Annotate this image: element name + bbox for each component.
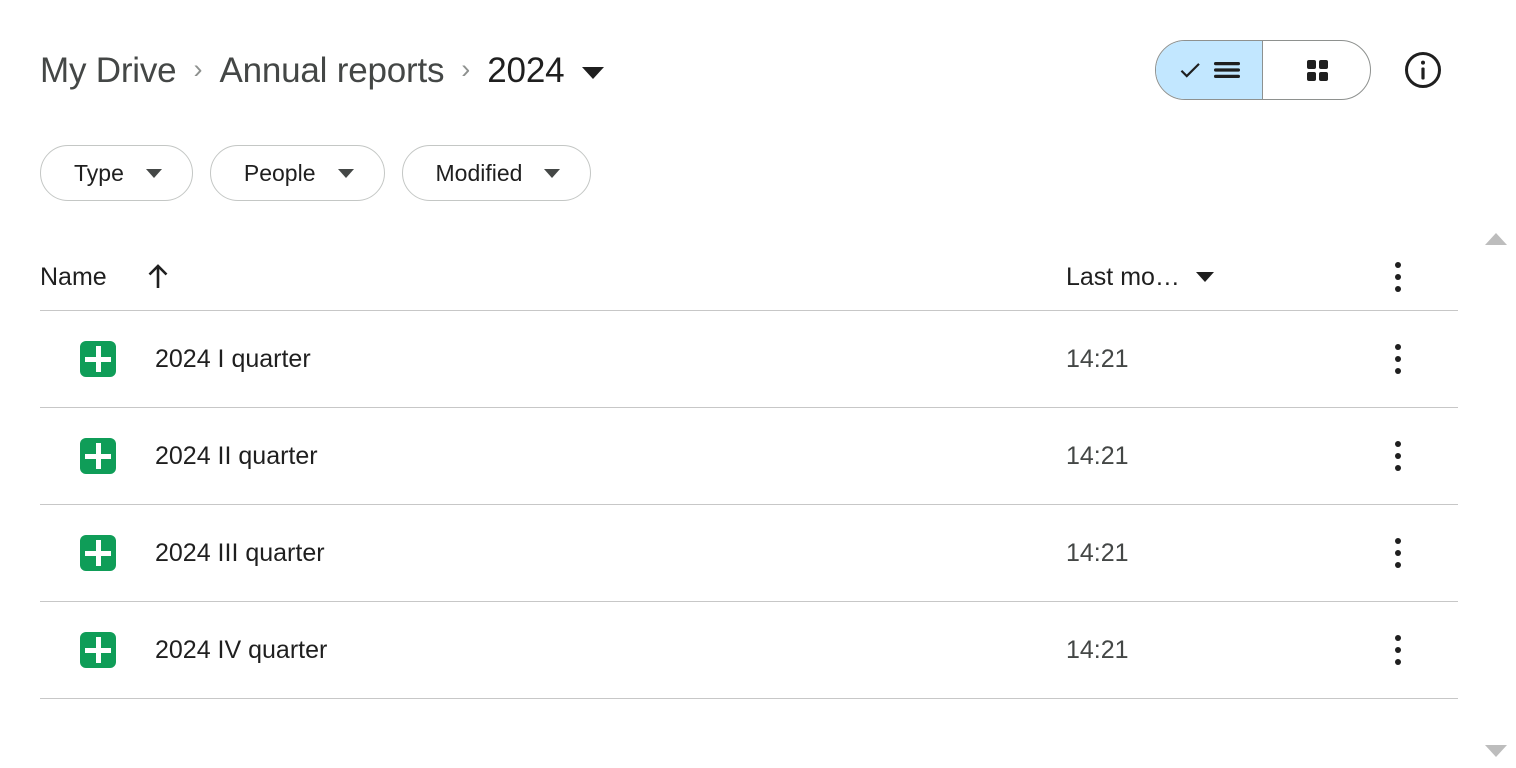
file-name-label: 2024 III quarter <box>155 538 325 567</box>
breadcrumb-item-2024[interactable]: 2024 <box>487 53 564 88</box>
details-info-button[interactable] <box>1398 45 1448 95</box>
breadcrumb-caret-down-icon[interactable] <box>582 67 605 79</box>
google-sheets-icon <box>80 438 116 474</box>
scroll-down-arrow-icon[interactable] <box>1485 745 1507 757</box>
table-row[interactable]: 2024 I quarter 14:21 <box>40 310 1458 407</box>
row-more-options-button[interactable] <box>1395 344 1401 374</box>
file-name-label: 2024 I quarter <box>155 344 311 373</box>
chevron-down-icon <box>544 168 561 178</box>
row-more-options-button[interactable] <box>1395 441 1401 471</box>
grid-view-icon <box>1306 60 1328 81</box>
more-options-icon <box>1395 538 1401 568</box>
chevron-down-icon <box>145 168 162 178</box>
google-sheets-icon <box>80 535 116 571</box>
view-toggle <box>1155 40 1371 100</box>
filter-chip-type[interactable]: Type <box>40 145 193 201</box>
filter-chip-people[interactable]: People <box>209 145 385 201</box>
column-header-last-modified-label: Last mo… <box>1066 262 1180 291</box>
table-row[interactable]: 2024 III quarter 14:21 <box>40 504 1458 601</box>
list-icon <box>1213 62 1240 78</box>
more-options-icon <box>1395 635 1401 665</box>
file-modified-time: 14:21 <box>1066 635 1129 664</box>
file-name-label: 2024 II quarter <box>155 441 318 470</box>
table-header-more-button[interactable] <box>1395 262 1401 292</box>
chevron-down-icon <box>337 168 354 178</box>
chevron-down-icon <box>1195 272 1214 282</box>
table-row[interactable]: 2024 IV quarter 14:21 <box>40 601 1458 699</box>
grid-view-button[interactable] <box>1263 41 1370 99</box>
page-header: My Drive › Annual reports › 2024 <box>0 0 1516 122</box>
table-header-row: Name Last mo… <box>40 244 1458 310</box>
more-options-icon <box>1395 441 1401 471</box>
filter-chip-people-label: People <box>243 159 316 186</box>
filter-chip-modified-label: Modified <box>435 159 523 186</box>
breadcrumb-item-my-drive[interactable]: My Drive <box>40 53 177 88</box>
file-name-label: 2024 IV quarter <box>155 635 328 664</box>
filter-chips: Type People Modified <box>40 145 592 201</box>
column-header-last-modified[interactable]: Last mo… <box>1066 263 1214 292</box>
filter-chip-type-label: Type <box>74 159 124 186</box>
breadcrumb-item-annual-reports[interactable]: Annual reports <box>219 53 444 88</box>
file-modified-time: 14:21 <box>1066 441 1129 470</box>
column-header-name[interactable]: Name <box>40 263 107 292</box>
scroll-up-arrow-icon[interactable] <box>1485 233 1507 245</box>
breadcrumb-separator: › <box>193 53 203 84</box>
list-view-button[interactable] <box>1156 41 1263 99</box>
sort-ascending-arrow-icon[interactable] <box>145 263 171 291</box>
google-sheets-icon <box>80 632 116 668</box>
file-modified-time: 14:21 <box>1066 538 1129 567</box>
google-sheets-icon <box>80 341 116 377</box>
check-icon <box>1180 63 1200 78</box>
filter-chip-modified[interactable]: Modified <box>401 145 592 201</box>
file-list-table: Name Last mo… 2024 I quarter 14:21 2024 … <box>0 244 1516 699</box>
file-modified-time: 14:21 <box>1066 344 1129 373</box>
row-more-options-button[interactable] <box>1395 635 1401 665</box>
table-row[interactable]: 2024 II quarter 14:21 <box>40 407 1458 504</box>
more-options-icon <box>1395 344 1401 374</box>
breadcrumb: My Drive › Annual reports › 2024 <box>40 40 605 100</box>
more-options-icon <box>1395 262 1401 292</box>
row-more-options-button[interactable] <box>1395 538 1401 568</box>
info-circle-icon <box>1405 52 1441 88</box>
breadcrumb-separator: › <box>461 53 471 84</box>
